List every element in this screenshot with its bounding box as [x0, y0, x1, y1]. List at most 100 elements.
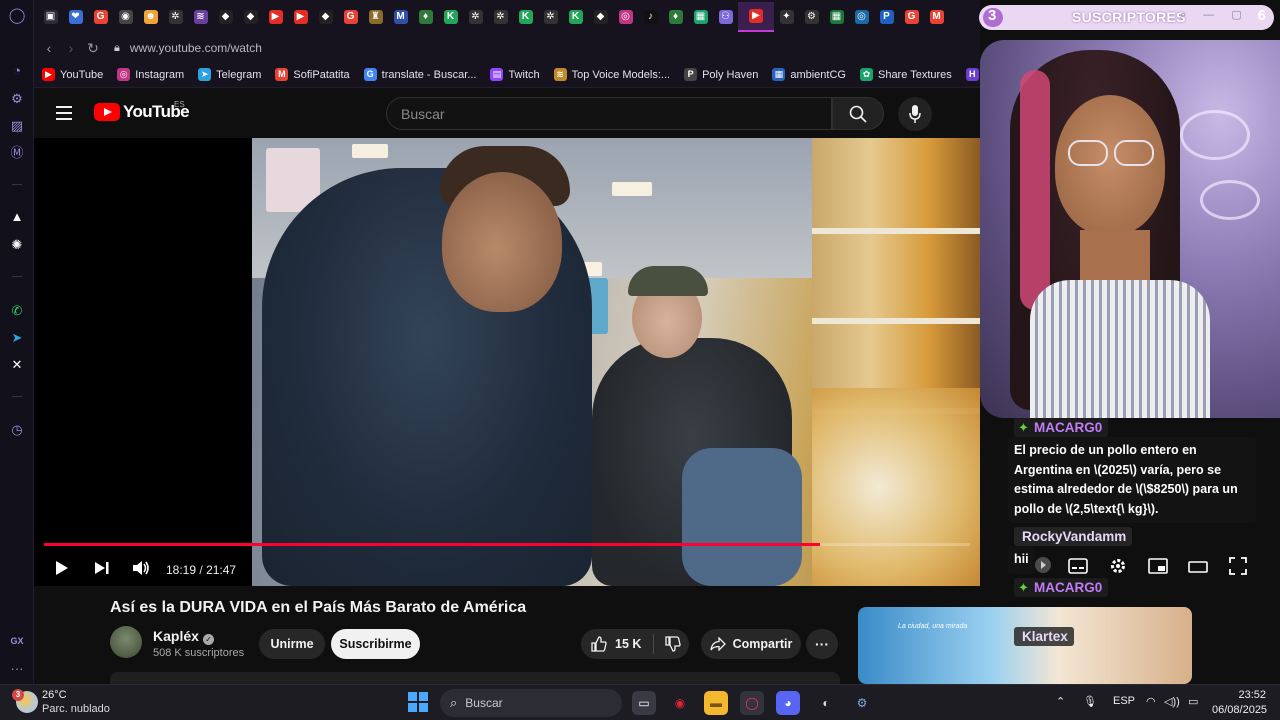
- bookmark-item[interactable]: ≋ Top Voice Models:...: [553, 68, 670, 81]
- browser-tab[interactable]: ✲: [488, 2, 513, 32]
- chatgpt-icon[interactable]: ✺: [8, 236, 26, 254]
- more-actions-button[interactable]: ···: [806, 629, 838, 659]
- browser-tab[interactable]: ◆: [313, 2, 338, 32]
- dislike-icon[interactable]: [665, 636, 682, 652]
- browser-tab[interactable]: ☻: [138, 2, 163, 32]
- gx-control-icon[interactable]: Ⓜ: [8, 144, 26, 162]
- task-view-icon[interactable]: ▭: [632, 691, 656, 715]
- browser-tab[interactable]: K: [563, 2, 588, 32]
- browser-tab[interactable]: ▶: [738, 2, 774, 32]
- channel-name[interactable]: Kapléx ✓: [153, 628, 214, 645]
- twitch-sidebar-icon[interactable]: ▨: [8, 117, 26, 135]
- voice-search-button[interactable]: [898, 97, 932, 131]
- start-button[interactable]: [408, 692, 428, 712]
- search-button[interactable]: [832, 97, 884, 130]
- settings-app-icon[interactable]: ⚙: [850, 691, 874, 715]
- opera-logo-icon[interactable]: ◯: [8, 7, 26, 25]
- browser-tab[interactable]: ▶: [288, 2, 313, 32]
- language-indicator[interactable]: ESP: [1113, 695, 1135, 707]
- browser-tab[interactable]: ♜: [363, 2, 388, 32]
- browser-tab[interactable]: ❤: [63, 2, 88, 32]
- forward-icon[interactable]: ›: [60, 40, 82, 56]
- search-tabs-icon[interactable]: ⌕: [1180, 9, 1186, 21]
- bookmark-item[interactable]: ➤ Telegram: [198, 68, 261, 81]
- opera-gx-app-icon[interactable]: ◯: [740, 691, 764, 715]
- browser-tab[interactable]: M: [388, 2, 413, 32]
- browser-tab[interactable]: ♦: [413, 2, 438, 32]
- tray-overflow-icon[interactable]: ⌃: [1056, 695, 1065, 708]
- progress-bar[interactable]: [44, 543, 970, 546]
- share-button[interactable]: Compartir: [701, 629, 801, 659]
- volume-tray-icon[interactable]: ◁)): [1164, 695, 1180, 708]
- browser-tab[interactable]: ≋: [188, 2, 213, 32]
- weather-widget[interactable]: 3 26°C Parc. nublado: [12, 689, 110, 715]
- video-frame[interactable]: [252, 138, 980, 586]
- wifi-icon[interactable]: ◠: [1146, 695, 1156, 708]
- maximize-icon[interactable]: ▢: [1231, 9, 1241, 21]
- battery-icon[interactable]: ▭: [1188, 695, 1198, 708]
- bookmark-item[interactable]: ▦ ambientCG: [772, 68, 846, 81]
- browser-tab[interactable]: ◉: [113, 2, 138, 32]
- menu-icon[interactable]: [56, 106, 72, 120]
- history-icon[interactable]: ◷: [8, 421, 26, 439]
- opera-app-icon[interactable]: ◉: [668, 691, 692, 715]
- browser-tab[interactable]: G: [338, 2, 363, 32]
- browser-tab[interactable]: G: [88, 2, 113, 32]
- browser-tab[interactable]: ▣: [38, 2, 63, 32]
- browser-tab[interactable]: ⚇: [713, 2, 738, 32]
- video-player[interactable]: 18:19 / 21:47: [34, 138, 980, 586]
- like-count[interactable]: 15 K: [615, 637, 641, 651]
- whatsapp-icon[interactable]: ✆: [8, 302, 26, 320]
- bookmark-item[interactable]: HHar: [965, 68, 980, 81]
- volume-button[interactable]: [130, 556, 152, 580]
- browser-tab[interactable]: ♪: [638, 2, 663, 32]
- search-input[interactable]: [387, 98, 831, 129]
- description-box[interactable]: [110, 672, 840, 684]
- microphone-tray-icon[interactable]: 🎙︎: [1083, 695, 1097, 708]
- aria-icon[interactable]: ▲: [8, 208, 26, 226]
- telegram-icon[interactable]: ➤: [8, 329, 26, 347]
- browser-tab[interactable]: ▦: [824, 2, 849, 32]
- browser-tab[interactable]: K: [513, 2, 538, 32]
- youtube-logo[interactable]: YouTube ES: [94, 100, 190, 122]
- browser-tab[interactable]: ◆: [238, 2, 263, 32]
- url-field[interactable]: www.youtube.com/watch: [130, 41, 262, 55]
- browser-tab[interactable]: ◆: [213, 2, 238, 32]
- browser-tab[interactable]: ▦: [688, 2, 713, 32]
- bookmark-item[interactable]: P Poly Haven: [684, 68, 758, 81]
- bookmark-item[interactable]: ◎ Instagram: [117, 68, 184, 81]
- minimize-icon[interactable]: —: [1203, 9, 1214, 21]
- channel-avatar[interactable]: [110, 626, 142, 658]
- browser-tab[interactable]: ◎: [849, 2, 874, 32]
- browser-tab[interactable]: ✲: [463, 2, 488, 32]
- browser-tab[interactable]: ⚙: [799, 2, 824, 32]
- like-icon[interactable]: [591, 636, 607, 652]
- browser-tab[interactable]: ✲: [538, 2, 563, 32]
- bookmark-item[interactable]: ▶ YouTube: [42, 68, 103, 81]
- back-icon[interactable]: ‹: [38, 40, 60, 56]
- join-button[interactable]: Unirme: [259, 629, 325, 659]
- play-button[interactable]: [52, 556, 72, 580]
- bookmark-item[interactable]: Gtranslate - Buscar...: [363, 68, 476, 81]
- pinboard-icon[interactable]: ⚙: [8, 90, 26, 108]
- browser-tab[interactable]: ◎: [613, 2, 638, 32]
- browser-tab[interactable]: ◆: [588, 2, 613, 32]
- next-button[interactable]: [92, 556, 112, 580]
- taskbar-search[interactable]: ⌕ Buscar: [440, 689, 622, 717]
- discord-icon[interactable]: ◕: [776, 691, 800, 715]
- x-icon[interactable]: ✕: [8, 356, 26, 374]
- channel-name-text[interactable]: Kapléx: [153, 628, 199, 644]
- speed-dial-icon[interactable]: ◔: [8, 62, 26, 80]
- browser-tab[interactable]: ✲: [163, 2, 188, 32]
- browser-tab[interactable]: G: [899, 2, 924, 32]
- sidebar-more-icon[interactable]: ···: [8, 660, 26, 678]
- lock-icon[interactable]: 🔒︎: [114, 42, 120, 55]
- browser-tab[interactable]: ✦: [774, 2, 799, 32]
- browser-tab[interactable]: K: [438, 2, 463, 32]
- bookmark-item[interactable]: ▤ Twitch: [490, 68, 540, 81]
- system-clock[interactable]: 23:52 06/08/2025: [1212, 688, 1267, 718]
- reload-icon[interactable]: ↻: [82, 40, 104, 57]
- obs-icon[interactable]: ◐: [814, 691, 838, 715]
- bookmark-item[interactable]: ✿ Share Textures: [859, 68, 952, 81]
- subscribe-button[interactable]: Suscribirme: [331, 629, 420, 659]
